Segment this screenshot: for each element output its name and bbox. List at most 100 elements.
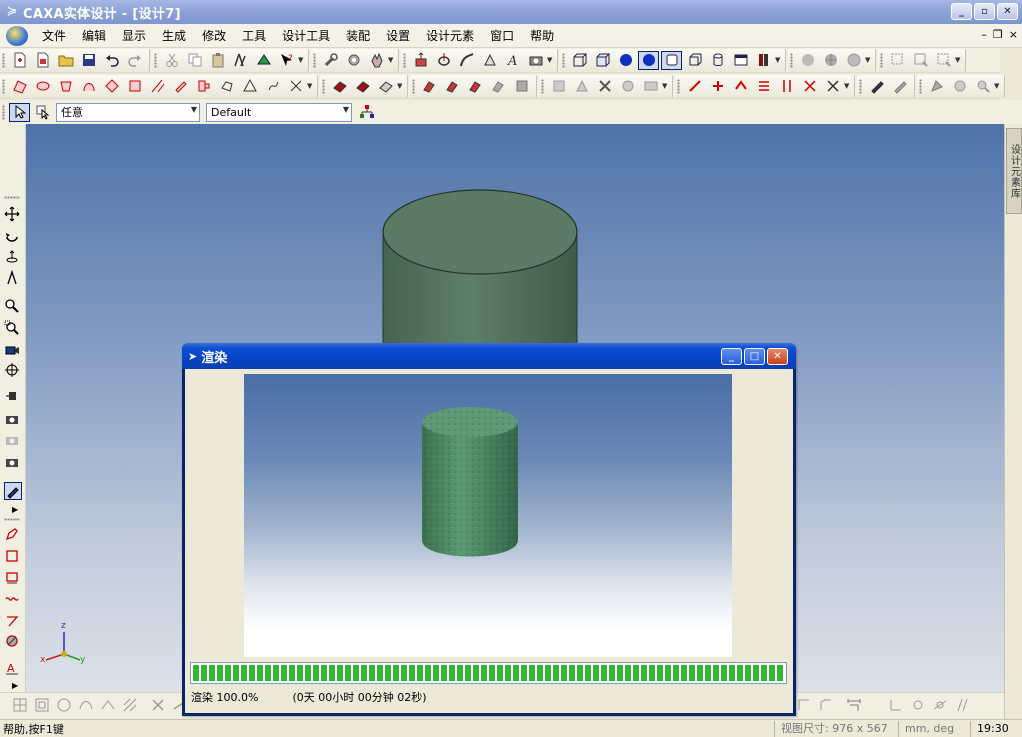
angle-tool-icon[interactable]: [888, 697, 906, 715]
menu-modify[interactable]: 修改: [194, 25, 234, 47]
copy-icon[interactable]: [184, 51, 205, 70]
cylinder-view-icon[interactable]: [707, 51, 728, 70]
undo-icon[interactable]: [101, 51, 122, 70]
smart-2-icon[interactable]: [949, 77, 970, 96]
menu-generate[interactable]: 生成: [154, 25, 194, 47]
surface-13-icon[interactable]: [285, 77, 306, 96]
gear-tool-icon[interactable]: [343, 51, 364, 70]
open-folder-icon[interactable]: [55, 51, 76, 70]
surface-5-icon[interactable]: [101, 77, 122, 96]
cylinder-model[interactable]: [382, 189, 578, 365]
shaded-sphere-icon[interactable]: [615, 51, 636, 70]
target-view-icon[interactable]: [4, 362, 22, 380]
toolbar-dropdown-icon[interactable]: ▼: [397, 77, 404, 96]
material-sphere-icon[interactable]: [843, 51, 864, 70]
select-filter-icon[interactable]: [32, 103, 53, 122]
camera-disabled-icon[interactable]: [4, 432, 22, 450]
sketch-rect-icon[interactable]: [4, 548, 22, 566]
offset-tool-icon[interactable]: [100, 697, 118, 715]
shape-4-icon[interactable]: [617, 77, 638, 96]
text-tool-icon[interactable]: A: [502, 51, 523, 70]
menu-view[interactable]: 显示: [114, 25, 154, 47]
modify-1-icon[interactable]: [419, 77, 440, 96]
toolbar-dropdown-icon[interactable]: ▼: [662, 77, 669, 96]
sweep-icon[interactable]: [456, 51, 477, 70]
document-icon[interactable]: [6, 25, 28, 46]
sketch-wave-icon[interactable]: [4, 591, 22, 609]
surface-6-icon[interactable]: [124, 77, 145, 96]
zoom-window-icon[interactable]: [4, 320, 22, 338]
menu-assembly[interactable]: 装配: [338, 25, 378, 47]
walk-view-icon[interactable]: [4, 269, 22, 288]
measure-probe-icon[interactable]: [889, 77, 910, 96]
pan-move-icon[interactable]: [4, 206, 22, 224]
wireframe-cube-icon[interactable]: [569, 51, 590, 70]
camera-view-icon[interactable]: [4, 454, 22, 472]
position-3-icon[interactable]: [730, 77, 751, 96]
perspective-box-icon[interactable]: [661, 50, 682, 70]
library-icon[interactable]: [753, 51, 774, 70]
mdi-close-button[interactable]: ×: [1009, 28, 1018, 41]
design-element-library-tab[interactable]: 设计元素库: [1006, 128, 1022, 214]
surface-4-icon[interactable]: [78, 77, 99, 96]
zoom-selected-icon[interactable]: [933, 51, 954, 70]
minimize-button[interactable]: _: [951, 3, 972, 20]
solid-2-icon[interactable]: [352, 77, 373, 96]
zoom-icon[interactable]: [4, 298, 22, 316]
loft-icon[interactable]: [479, 51, 500, 70]
smart-3-icon[interactable]: [972, 77, 993, 96]
dialog-minimize-button[interactable]: _: [721, 348, 742, 365]
sketch-circle-icon[interactable]: [4, 633, 22, 651]
parallel-tool-icon[interactable]: [954, 697, 972, 715]
shape-3-icon[interactable]: [594, 77, 615, 96]
new-drawing-icon[interactable]: [32, 51, 53, 70]
texture-sphere-icon[interactable]: [820, 51, 841, 70]
surface-3-icon[interactable]: [55, 77, 76, 96]
menu-help[interactable]: 帮助: [522, 25, 562, 47]
maximize-button[interactable]: ▫: [974, 3, 995, 20]
position-7-icon[interactable]: [822, 77, 843, 96]
grid-1-icon[interactable]: [12, 697, 30, 715]
surface-9-icon[interactable]: [193, 77, 214, 96]
menu-design-elements[interactable]: 设计元素: [418, 25, 482, 47]
position-4-icon[interactable]: [753, 77, 774, 96]
corner-2-tool-icon[interactable]: [818, 697, 836, 715]
menu-tools[interactable]: 工具: [234, 25, 274, 47]
solid-1-icon[interactable]: [329, 77, 350, 96]
close-button[interactable]: ✕: [997, 3, 1018, 20]
mdi-minimize-button[interactable]: –: [981, 28, 987, 41]
sketch-text-icon[interactable]: A: [4, 660, 22, 678]
hidden-line-cube-icon[interactable]: [592, 51, 613, 70]
modify-4-icon[interactable]: [488, 77, 509, 96]
camera-icon[interactable]: [4, 411, 22, 429]
toolbar-dropdown-icon[interactable]: ▼: [775, 51, 782, 70]
modify-2-icon[interactable]: [442, 77, 463, 96]
light-source-icon[interactable]: [4, 388, 22, 406]
toolbar-dropdown-icon[interactable]: ▼: [844, 77, 851, 96]
zoom-all-icon[interactable]: [910, 51, 931, 70]
tangent-tool-icon[interactable]: [932, 697, 950, 715]
rotate-view-icon[interactable]: [4, 228, 22, 246]
toolbar-dropdown-icon[interactable]: ▼: [994, 77, 1001, 96]
cut-icon[interactable]: [161, 51, 182, 70]
surface-1-icon[interactable]: [9, 77, 30, 96]
redo-icon[interactable]: [124, 51, 145, 70]
dialog-close-button[interactable]: ✕: [767, 348, 788, 365]
sketch-line-icon[interactable]: [4, 613, 22, 631]
sketch-frame-icon[interactable]: [4, 570, 22, 588]
toolbar-dropdown-icon[interactable]: ▼: [955, 51, 962, 70]
light-sphere-icon[interactable]: [797, 51, 818, 70]
select-arrow-icon[interactable]: [9, 102, 30, 122]
help-pointer-icon[interactable]: ?: [276, 51, 297, 70]
design-elements-icon[interactable]: [230, 51, 251, 70]
menu-design-tools[interactable]: 设计工具: [274, 25, 338, 47]
hatch-tool-icon[interactable]: [122, 697, 140, 715]
shape-5-icon[interactable]: [640, 77, 661, 96]
delete-tool-icon[interactable]: [150, 697, 168, 715]
curve-tool-icon[interactable]: [78, 697, 96, 715]
selection-filter-dropdown[interactable]: 任意 ▼: [56, 102, 200, 122]
measure-pencil-icon[interactable]: [866, 77, 887, 96]
style-dropdown[interactable]: Default ▼: [206, 102, 352, 122]
toolbar-dropdown-icon[interactable]: ▼: [388, 51, 395, 70]
toolbar-dropdown-icon[interactable]: ▼: [547, 51, 554, 70]
